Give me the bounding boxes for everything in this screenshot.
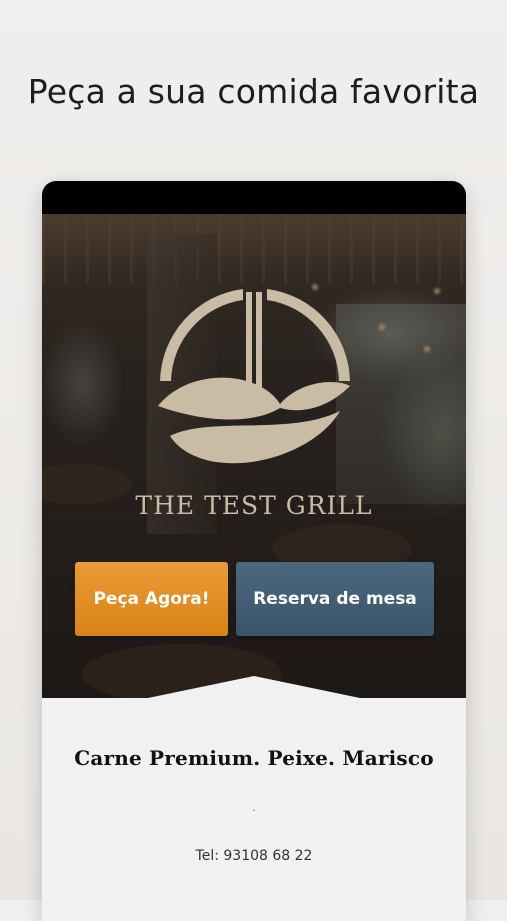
fish-wave-logo-icon (158, 289, 350, 464)
phone-number[interactable]: Tel: 93108 68 22 (42, 848, 466, 864)
hero-banner: THE TEST GRILL Peça Agora! Reserva de me… (42, 214, 466, 706)
order-now-button[interactable]: Peça Agora! (75, 562, 228, 636)
tagline: Carne Premium. Peixe. Marisco (74, 746, 434, 770)
page-headline: Peça a sua comida favorita (27, 72, 480, 111)
status-bar (42, 181, 466, 214)
app-preview: THE TEST GRILL Peça Agora! Reserva de me… (42, 181, 466, 921)
hero-chevron-divider (42, 676, 466, 706)
info-section: Carne Premium. Peixe. Marisco . Tel: 931… (42, 706, 466, 864)
separator-dot: . (252, 803, 256, 814)
table-reservation-button[interactable]: Reserva de mesa (236, 562, 434, 636)
brand-name: THE TEST GRILL (135, 491, 373, 520)
